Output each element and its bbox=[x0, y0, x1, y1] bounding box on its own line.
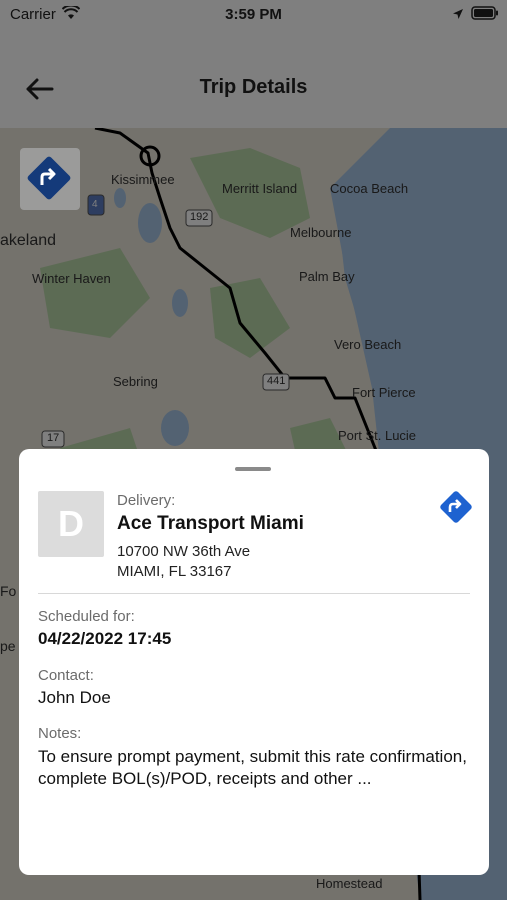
directions-button[interactable] bbox=[20, 148, 80, 210]
contact-value: John Doe bbox=[38, 688, 111, 707]
clock: 3:59 PM bbox=[225, 6, 282, 23]
navigate-directions-icon[interactable] bbox=[438, 489, 474, 525]
divider bbox=[38, 593, 470, 594]
stop-avatar: D bbox=[38, 491, 104, 557]
status-bar: Carrier 3:59 PM bbox=[0, 0, 507, 30]
battery-icon bbox=[471, 6, 498, 20]
directions-icon bbox=[27, 156, 71, 200]
stop-details-sheet: D Delivery: Ace Transport Miami 10700 NW… bbox=[19, 449, 489, 875]
page-title: Trip Details bbox=[199, 76, 308, 98]
stop-type-label: Delivery: bbox=[117, 492, 176, 509]
address-line-2: MIAMI, FL 33167 bbox=[117, 563, 232, 580]
navigation-bar: Trip Details bbox=[0, 30, 507, 128]
address-line-1: 10700 NW 36th Ave bbox=[117, 543, 251, 560]
sheet-grabber[interactable] bbox=[235, 467, 271, 471]
contact-label: Contact: bbox=[38, 667, 94, 684]
stop-name: Ace Transport Miami bbox=[117, 513, 304, 534]
notes-value: To ensure prompt payment, submit this ra… bbox=[38, 747, 467, 788]
notes-label: Notes: bbox=[38, 725, 82, 742]
location-arrow-icon bbox=[453, 9, 463, 19]
scheduled-value: 04/22/2022 17:45 bbox=[38, 629, 172, 648]
scheduled-label: Scheduled for: bbox=[38, 608, 135, 625]
